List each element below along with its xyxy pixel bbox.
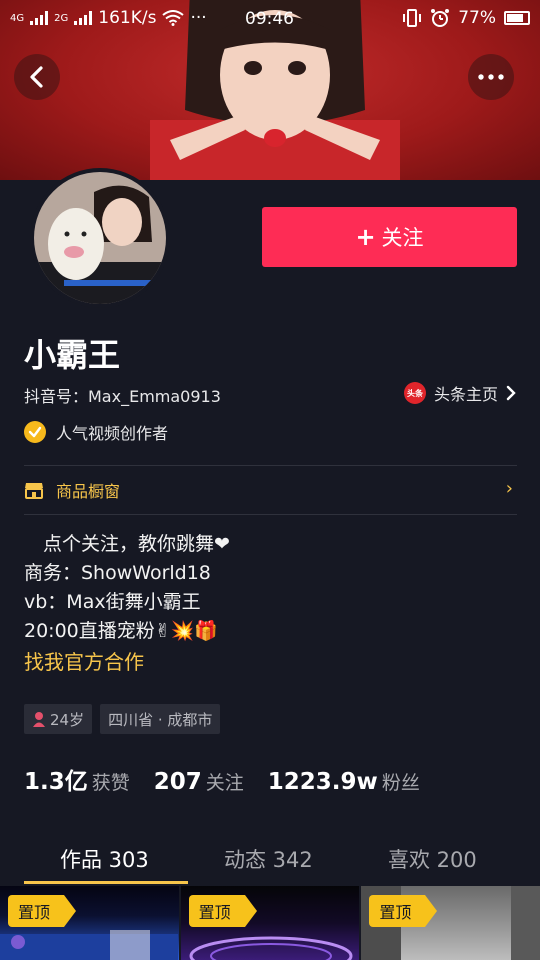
status-left: 4G 2G 161K/s ··· <box>10 8 207 28</box>
bio-line: 商务：ShowWorld18 <box>24 562 211 584</box>
video-grid: 置顶 置顶 置顶 <box>0 886 540 960</box>
profile-tags: 24岁 四川省 · 成都市 <box>24 704 221 734</box>
wifi-icon <box>162 10 185 26</box>
following-count: 207 <box>153 769 202 795</box>
age-tag: 24岁 <box>24 704 93 734</box>
shop-label: 商品橱窗 <box>56 482 121 501</box>
video-thumb[interactable]: 置顶 <box>361 886 540 960</box>
pinned-badge: 置顶 <box>188 895 257 927</box>
signal2-icon: 2G <box>54 12 69 24</box>
battery-percent: 77% <box>458 8 496 28</box>
bio-line: vb：Max街舞小霸王 <box>24 591 201 613</box>
back-button[interactable] <box>14 54 60 100</box>
female-icon <box>33 712 45 727</box>
profile-tabs: 作品 303 动态 342 喜欢 200 <box>0 834 540 884</box>
video-thumb[interactable]: 置顶 <box>0 886 179 960</box>
tab-dynamic[interactable]: 动态 342 <box>224 844 313 874</box>
toutiao-logo-icon: 头条 <box>403 382 426 404</box>
toutiao-label: 头条主页 <box>433 385 498 404</box>
fans-label: 粉丝 <box>381 772 420 794</box>
status-bar: 4G 2G 161K/s ··· 09:46 77% <box>0 0 540 38</box>
tab-likes[interactable]: 喜欢 200 <box>388 844 477 874</box>
location-tag: 四川省 · 成都市 <box>100 704 221 734</box>
pinned-badge: 置顶 <box>8 895 77 927</box>
age-label: 24岁 <box>50 710 85 729</box>
cooperate-link[interactable]: 找我官方合作 <box>24 648 230 677</box>
pinned-badge: 置顶 <box>369 895 438 927</box>
vibrate-icon <box>403 9 422 27</box>
chevron-left-icon <box>30 66 43 88</box>
profile-stats: 1.3亿 获赞 207 关注 1223.9w 粉丝 <box>24 762 420 796</box>
alarm-icon <box>431 9 450 27</box>
signal-bars2-icon <box>74 11 93 25</box>
follow-label: 关注 <box>381 226 424 250</box>
divider-bottom <box>24 514 517 515</box>
following-label: 关注 <box>205 772 244 794</box>
tab-works[interactable]: 作品 303 <box>60 844 149 874</box>
shop-icon <box>25 483 43 499</box>
shop-chevron-icon: › <box>505 478 513 499</box>
bio-line: 20:00直播宠粉✌💥🎁 <box>24 620 218 642</box>
stat-fans[interactable]: 1223.9w 粉丝 <box>268 768 420 795</box>
shop-window-entry[interactable]: 商品橱窗 › <box>24 476 517 504</box>
avatar[interactable] <box>30 168 170 308</box>
profile-cover: 4G 2G 161K/s ··· 09:46 77% <box>0 0 540 180</box>
signal-bars-icon <box>30 11 49 25</box>
fans-count: 1223.9w <box>267 769 378 795</box>
douyin-id: 抖音号：Max_Emma0913 <box>24 387 221 406</box>
signal-icon: 4G <box>10 12 25 24</box>
verified-check-icon <box>24 421 46 443</box>
battery-icon <box>504 11 530 25</box>
clock: 09:46 <box>245 9 294 29</box>
video-thumb[interactable]: 置顶 <box>180 886 360 960</box>
verify-label: 人气视频创作者 <box>56 424 169 443</box>
bio-line: 点个关注，教你跳舞❤ <box>24 533 230 555</box>
more-button[interactable] <box>468 54 514 100</box>
net-speed: 161K/s <box>98 8 157 28</box>
likes-label: 获赞 <box>91 772 130 794</box>
chevron-right-icon <box>506 385 516 401</box>
stat-following[interactable]: 207 关注 <box>154 768 244 795</box>
verification-badge: 人气视频创作者 <box>24 420 168 444</box>
stat-likes: 1.3亿 获赞 <box>24 762 130 796</box>
divider-top <box>24 465 517 466</box>
active-tab-indicator <box>24 881 188 884</box>
toutiao-home-link[interactable]: 头条 头条主页 <box>403 381 516 405</box>
status-dots: ··· <box>190 8 207 28</box>
avatar-photo <box>34 172 166 304</box>
more-dots-icon <box>478 74 504 80</box>
profile-name: 小霸王 <box>24 336 121 374</box>
bio: 点个关注，教你跳舞❤ 商务：ShowWorld18 vb：Max街舞小霸王 20… <box>24 530 230 677</box>
follow-button[interactable]: + 关注 <box>262 207 517 267</box>
likes-count: 1.3亿 <box>24 769 88 795</box>
status-right: 77% <box>402 8 530 28</box>
location-label: 四川省 · 成都市 <box>108 710 213 729</box>
plus-icon: + <box>355 223 376 251</box>
